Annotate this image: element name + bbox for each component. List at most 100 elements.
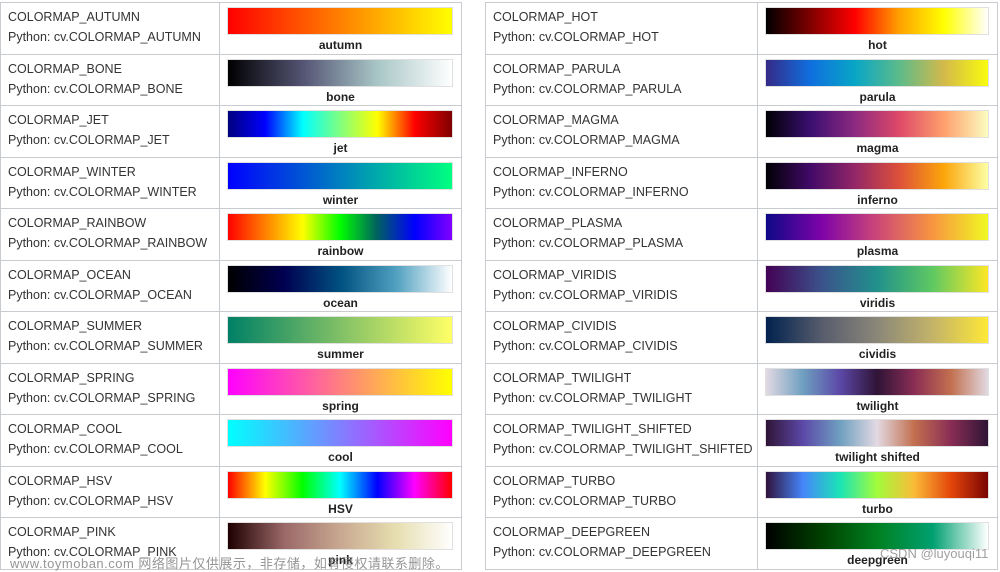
colormap-label: bone (326, 89, 355, 104)
colormap-python-name: Python: cv.COLORMAP_PLASMA (493, 236, 684, 250)
colormap-python-name: Python: cv.COLORMAP_AUTUMN (8, 30, 201, 44)
colormap-name-cell: COLORMAP_COOL Python: cv.COLORMAP_COOL (0, 414, 220, 467)
colormap-table-right: COLORMAP_HOT Python: cv.COLORMAP_HOT hot CO… (485, 2, 998, 570)
colormap-label: winter (322, 192, 359, 207)
colormap-constant: COLORMAP_PINK (8, 525, 116, 539)
colormap-swatch-cell: ocean (219, 259, 462, 312)
colormap-swatch-cell: twilight shifted (757, 414, 998, 467)
colormap-label: turbo (862, 501, 893, 516)
colormap-constant: COLORMAP_DEEPGREEN (493, 525, 650, 539)
colormap-name-block: COLORMAP_MAGMA Python: cv.COLORMAP_MAGMA (486, 106, 757, 147)
colormap-row: COLORMAP_MAGMA Python: cv.COLORMAP_MAGMAm… (485, 105, 998, 158)
colormap-name-cell: COLORMAP_INFERNO Python: cv.COLORMAP_INFE… (485, 156, 758, 209)
colormap-name-block: COLORMAP_AUTUMN Python: cv.COLORMAP_AUTUM… (1, 3, 219, 44)
colormap-row: COLORMAP_WINTER Python: cv.COLORMAP_WINTE… (0, 156, 462, 209)
colormap-name-cell: COLORMAP_BONE Python: cv.COLORMAP_BONE (0, 53, 220, 106)
colormap-gradient-bar (765, 161, 989, 190)
colormap-label: cool (328, 450, 353, 464)
colormap-swatch-cell: winter (219, 156, 462, 209)
colormap-row: COLORMAP_SUMMER Python: cv.COLORMAP_SUMME… (0, 311, 462, 364)
colormap-python-name: Python: cv.COLORMAP_PARULA (493, 81, 682, 96)
colormap-python-name: Python: cv.COLORMAP_COOL (8, 442, 183, 456)
colormap-python-name: Python: cv.COLORMAP_TURBO (493, 493, 677, 508)
colormap-row: COLORMAP_TWILIGHT_SHIFTED Python: cv.COLO… (485, 414, 998, 467)
colormap-row: COLORMAP_PARULA Python: cv.COLORMAP_PARUL… (485, 53, 998, 106)
colormap-label: rainbow (317, 244, 364, 258)
colormap-swatch-cell: inferno (757, 156, 998, 209)
colormap-constant: COLORMAP_TWILIGHT (493, 370, 632, 385)
colormap-gradient-bar (227, 161, 453, 190)
colormap-swatch-cell: jet (219, 105, 462, 158)
colormap-constant: COLORMAP_TURBO (493, 473, 616, 488)
colormap-label: jet (333, 141, 348, 155)
colormap-swatch-cell: viridis (757, 259, 998, 312)
colormap-gradient-bar (765, 213, 989, 241)
colormap-gradient-bar (227, 7, 453, 35)
colormap-name-cell: COLORMAP_WINTER Python: cv.COLORMAP_WINTE… (0, 156, 220, 209)
colormap-label: cividis (858, 347, 897, 361)
colormap-name-block: COLORMAP_TURBO Python: cv.COLORMAP_TURBO (486, 467, 757, 508)
colormap-python-name: Python: cv.COLORMAP_HSV (8, 493, 174, 508)
colormap-swatch-cell: twilight (757, 362, 998, 415)
colormap-name-block: COLORMAP_TWILIGHT Python: cv.COLORMAP_TWI… (486, 364, 757, 405)
colormap-name-block: COLORMAP_VIRIDIS Python: cv.COLORMAP_VIRI… (486, 261, 757, 302)
author-credit: CSDN @luyouqi11 (880, 546, 989, 561)
colormap-name-cell: COLORMAP_TURBO Python: cv.COLORMAP_TURBO (485, 465, 758, 518)
colormap-row: COLORMAP_COOL Python: cv.COLORMAP_COOLcoo… (0, 414, 462, 467)
colormap-swatch-cell: turbo (757, 465, 998, 518)
colormap-name-cell: COLORMAP_DEEPGREEN Python: cv.COLORMAP_DE… (485, 517, 758, 570)
colormap-constant: COLORMAP_PARULA (493, 61, 621, 76)
colormap-constant: COLORMAP_INFERNO (493, 164, 628, 179)
colormap-gradient-bar (227, 470, 453, 499)
colormap-name-cell: COLORMAP_CIVIDIS Python: cv.COLORMAP_CIVI… (485, 311, 758, 364)
colormap-gradient-bar (765, 110, 989, 138)
colormap-row: COLORMAP_RAINBOW Python: cv.COLORMAP_RAIN… (0, 208, 462, 261)
colormap-row: COLORMAP_TWILIGHT Python: cv.COLORMAP_TWI… (485, 362, 998, 415)
colormap-python-name: Python: cv.COLORMAP_RAINBOW (8, 236, 208, 250)
colormap-label: HSV (328, 501, 353, 516)
colormap-row: COLORMAP_DEEPGREEN Python: cv.COLORMAP_DE… (485, 517, 998, 570)
colormap-label: magma (856, 141, 899, 155)
colormap-gradient-bar (765, 316, 989, 344)
colormap-python-name: Python: cv.COLORMAP_INFERNO (493, 184, 689, 199)
colormap-row: COLORMAP_SPRING Python: cv.COLORMAP_SPRIN… (0, 362, 462, 415)
colormap-constant: COLORMAP_SUMMER (8, 319, 143, 333)
colormap-row: COLORMAP_HOT Python: cv.COLORMAP_HOT hot (485, 2, 998, 55)
colormap-constant: COLORMAP_SPRING (8, 370, 135, 385)
colormap-gradient-bar (227, 419, 453, 447)
colormap-row: COLORMAP_TURBO Python: cv.COLORMAP_TURBOt… (485, 465, 998, 518)
colormap-name-cell: COLORMAP_HOT Python: cv.COLORMAP_HOT (485, 2, 758, 55)
colormap-python-name: Python: cv.COLORMAP_SPRING (8, 390, 196, 405)
colormap-gradient-bar (227, 58, 453, 87)
colormap-name-block: COLORMAP_TWILIGHT_SHIFTED Python: cv.COLO… (486, 415, 757, 456)
colormap-label: twilight shifted (835, 450, 920, 464)
colormap-name-block: COLORMAP_JET Python: cv.COLORMAP_JET (1, 106, 219, 147)
colormap-constant: COLORMAP_COOL (8, 422, 122, 436)
colormap-python-name: Python: cv.COLORMAP_JET (8, 133, 170, 147)
colormap-table-left: COLORMAP_AUTUMN Python: cv.COLORMAP_AUTUM… (0, 2, 462, 570)
colormap-swatch-cell: HSV (219, 465, 462, 518)
colormap-constant: COLORMAP_BONE (8, 61, 122, 76)
colormap-constant: COLORMAP_HOT (493, 10, 598, 24)
colormap-label: twilight (856, 398, 899, 413)
colormap-swatch-cell: plasma (757, 208, 998, 261)
colormap-constant: COLORMAP_WINTER (8, 164, 136, 179)
colormap-python-name: Python: cv.COLORMAP_DEEPGREEN (493, 545, 711, 559)
colormap-swatch-cell: autumn (219, 2, 462, 55)
colormap-name-cell: COLORMAP_TWILIGHT_SHIFTED Python: cv.COLO… (485, 414, 758, 467)
colormap-name-block: COLORMAP_PLASMA Python: cv.COLORMAP_PLASM… (486, 209, 757, 250)
colormap-label: ocean (323, 295, 358, 310)
colormap-constant: COLORMAP_OCEAN (8, 267, 131, 282)
colormap-name-cell: COLORMAP_SUMMER Python: cv.COLORMAP_SUMME… (0, 311, 220, 364)
colormap-python-name: Python: cv.COLORMAP_OCEAN (8, 287, 192, 302)
colormap-label: inferno (857, 192, 898, 207)
colormap-constant: COLORMAP_JET (8, 113, 109, 127)
colormap-name-block: COLORMAP_SUMMER Python: cv.COLORMAP_SUMME… (1, 312, 219, 353)
colormap-name-cell: COLORMAP_AUTUMN Python: cv.COLORMAP_AUTUM… (0, 2, 220, 55)
colormap-python-name: Python: cv.COLORMAP_HOT (493, 30, 659, 44)
colormap-python-name: Python: cv.COLORMAP_MAGMA (493, 133, 680, 147)
colormap-name-cell: COLORMAP_MAGMA Python: cv.COLORMAP_MAGMA (485, 105, 758, 158)
colormap-name-block: COLORMAP_RAINBOW Python: cv.COLORMAP_RAIN… (1, 209, 219, 250)
colormap-row: COLORMAP_OCEAN Python: cv.COLORMAP_OCEANo… (0, 259, 462, 312)
colormap-name-block: COLORMAP_INFERNO Python: cv.COLORMAP_INFE… (486, 158, 757, 199)
